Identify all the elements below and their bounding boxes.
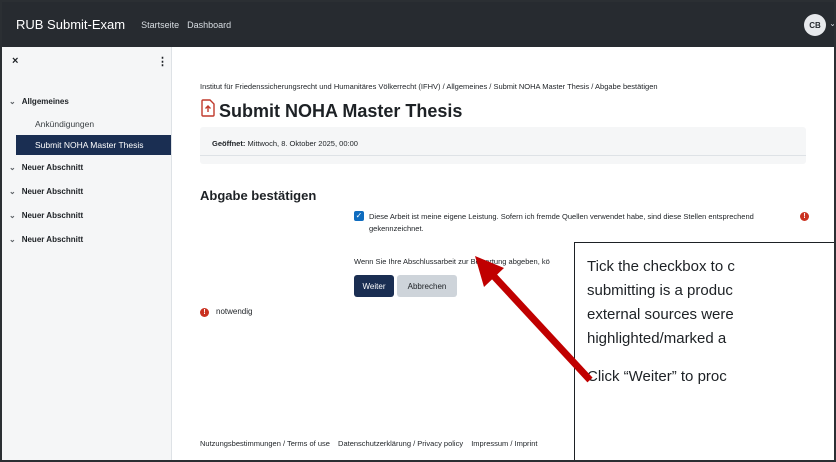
- chevron-down-icon[interactable]: ⌄: [9, 163, 16, 172]
- instruction-callout: Tick the checkbox to c submitting is a p…: [574, 242, 834, 460]
- close-icon[interactable]: ×: [12, 55, 18, 67]
- sidebar-item-ankuendigungen[interactable]: Ankündigungen: [35, 119, 94, 129]
- footer-link-imprint[interactable]: Impressum / Imprint: [471, 439, 537, 448]
- sidebar-section-label: Neuer Abschnitt: [21, 235, 84, 244]
- dates-info-box: Geöffnet: Mittwoch, 8. Oktober 2025, 00:…: [200, 127, 806, 164]
- required-icon: !: [800, 212, 809, 221]
- chevron-down-icon[interactable]: ⌄: [9, 97, 16, 106]
- sidebar-section-neuer-2[interactable]: ⌄ Neuer Abschnitt: [9, 187, 83, 196]
- top-navbar: RUB Submit-Exam Startseite Dashboard CB …: [2, 2, 834, 47]
- section-title: Abgabe bestätigen: [200, 188, 317, 203]
- chevron-down-icon[interactable]: ⌄: [9, 235, 16, 244]
- opened-value: Mittwoch, 8. Oktober 2025, 00:00: [247, 139, 358, 148]
- nav-dashboard[interactable]: Dashboard: [187, 20, 231, 30]
- opened-label: Geöffnet:: [212, 139, 246, 148]
- cancel-button[interactable]: Abbrechen: [397, 275, 457, 297]
- chevron-down-icon[interactable]: ⌄: [9, 211, 16, 220]
- chevron-down-icon[interactable]: ⌄: [829, 19, 834, 28]
- sidebar-section-neuer-4[interactable]: ⌄ Neuer Abschnitt: [9, 235, 83, 244]
- footer-links: Nutzungsbestimmungen / Terms of use Date…: [200, 439, 543, 448]
- submission-hint: Wenn Sie Ihre Abschlussarbeit zur Bewert…: [354, 257, 550, 266]
- page-title: Submit NOHA Master Thesis: [219, 101, 463, 121]
- sidebar-section-label: Neuer Abschnitt: [21, 163, 84, 172]
- sidebar-section-neuer-1[interactable]: ⌄ Neuer Abschnitt: [9, 163, 83, 172]
- breadcrumb[interactable]: Institut für Friedenssicherungsrecht und…: [200, 82, 658, 91]
- sidebar-section-label: Allgemeines: [21, 97, 69, 106]
- sidebar-section-neuer-3[interactable]: ⌄ Neuer Abschnitt: [9, 211, 83, 220]
- sidebar-section-label: Neuer Abschnitt: [21, 187, 84, 196]
- site-brand[interactable]: RUB Submit-Exam: [16, 17, 125, 32]
- avatar[interactable]: CB: [804, 14, 826, 36]
- chevron-down-icon[interactable]: ⌄: [9, 187, 16, 196]
- callout-line: highlighted/marked a: [587, 330, 727, 347]
- more-options-icon[interactable]: ⋮: [157, 55, 168, 68]
- footer-link-terms[interactable]: Nutzungsbestimmungen / Terms of use: [200, 439, 330, 448]
- sidebar-section-label: Neuer Abschnitt: [21, 211, 84, 220]
- footer-link-privacy[interactable]: Datenschutzerklärung / Privacy policy: [338, 439, 463, 448]
- sidebar-section-allgemeines[interactable]: ⌄ Allgemeines: [9, 97, 69, 106]
- callout-line: external sources were: [587, 306, 734, 323]
- continue-button[interactable]: Weiter: [354, 275, 394, 297]
- sidebar-item-submit-noha[interactable]: Submit NOHA Master Thesis: [16, 135, 171, 155]
- required-legend-icon: !: [200, 308, 209, 317]
- callout-line: submitting is a produc: [587, 282, 733, 299]
- callout-line: Click “Weiter” to proc: [587, 368, 727, 385]
- app-frame: RUB Submit-Exam Startseite Dashboard CB …: [0, 0, 836, 462]
- required-legend-label: notwendig: [216, 307, 253, 316]
- file-upload-icon: [201, 99, 215, 117]
- callout-line: Tick the checkbox to c: [587, 258, 735, 275]
- nav-startseite[interactable]: Startseite: [141, 20, 179, 30]
- declaration-checkbox[interactable]: ✓: [354, 211, 364, 221]
- declaration-text: Diese Arbeit ist meine eigene Leistung. …: [369, 212, 754, 233]
- divider: [200, 155, 806, 156]
- course-index-sidebar: × ⋮ ⌄ Allgemeines Ankündigungen Submit N…: [2, 47, 172, 460]
